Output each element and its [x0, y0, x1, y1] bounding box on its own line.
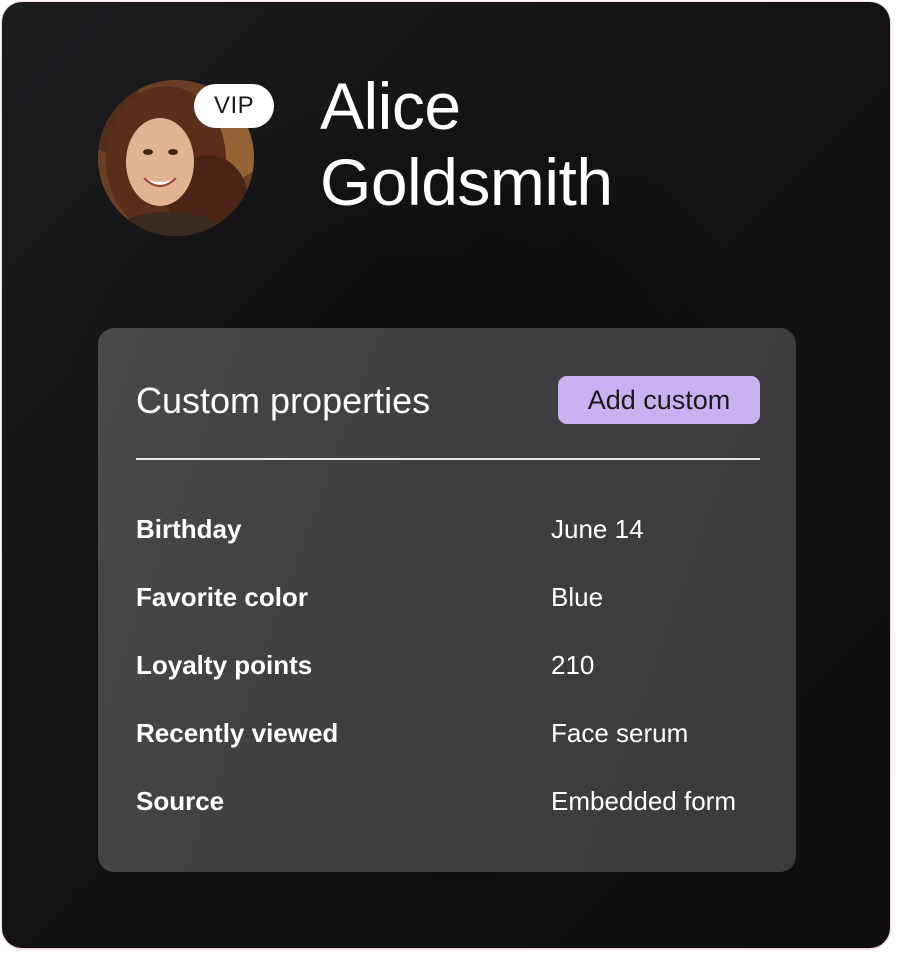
- custom-properties-card: Custom properties Add custom Birthday Ju…: [98, 328, 796, 872]
- add-custom-button[interactable]: Add custom: [558, 376, 760, 424]
- property-value: June 14: [551, 514, 644, 544]
- properties-list: Birthday June 14 Favorite color Blue Loy…: [136, 514, 766, 854]
- property-label: Favorite color: [136, 582, 308, 612]
- property-label: Birthday: [136, 514, 242, 544]
- property-row-loyalty-points: Loyalty points 210: [136, 650, 766, 718]
- property-label: Source: [136, 786, 225, 816]
- profile-panel: VIP Alice Goldsmith Custom properties Ad…: [2, 2, 890, 948]
- property-label: Loyalty points: [136, 650, 313, 680]
- avatar-group: VIP: [98, 80, 275, 236]
- property-value: Blue: [551, 582, 604, 612]
- property-row-birthday: Birthday June 14: [136, 514, 766, 582]
- property-value: 210: [551, 650, 595, 680]
- property-row-favorite-color: Favorite color Blue: [136, 582, 766, 650]
- card-title: Custom properties: [136, 380, 431, 421]
- property-value: Embedded form: [551, 786, 736, 816]
- first-name: Alice: [320, 69, 461, 143]
- property-row-recently-viewed: Recently viewed Face serum: [136, 718, 766, 786]
- divider: [136, 458, 760, 460]
- property-row-source: Source Embedded form: [136, 786, 766, 854]
- customer-name: Alice Goldsmith: [320, 68, 613, 220]
- property-value: Face serum: [551, 718, 689, 748]
- vip-badge: VIP: [194, 84, 275, 128]
- property-label: Recently viewed: [136, 718, 339, 748]
- last-name: Goldsmith: [320, 145, 613, 219]
